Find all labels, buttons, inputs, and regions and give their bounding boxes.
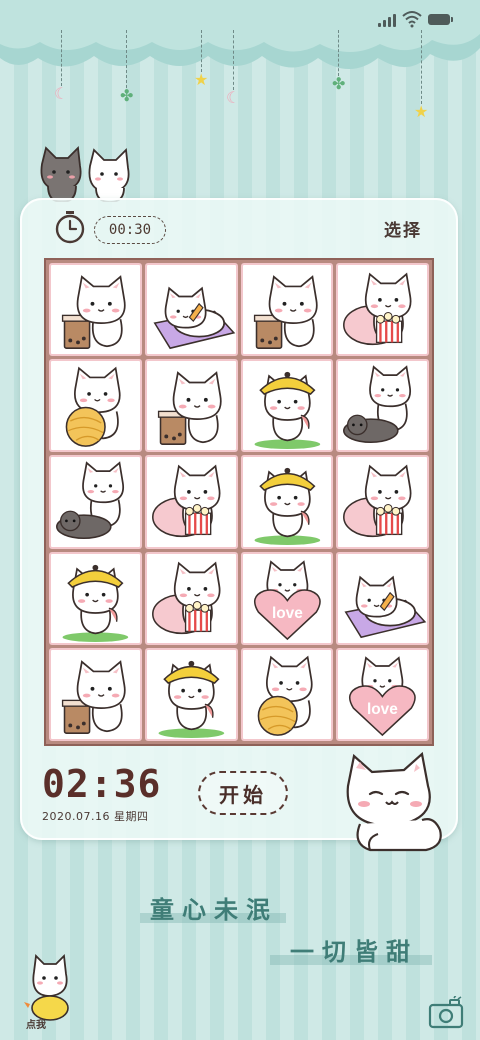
tile-cat-gray-friend[interactable] <box>49 455 142 549</box>
tile-cat-popcorn[interactable] <box>144 551 238 645</box>
cat-gray-friend-icon <box>56 461 125 540</box>
leaf-icon: ✤ <box>120 30 133 104</box>
tile-board: love love <box>44 258 434 746</box>
cat-yellow-hat-icon <box>254 372 320 450</box>
slogan-line1: 童心未泯 <box>140 890 286 925</box>
cat-milk-tea-icon <box>61 275 126 349</box>
tile-cat-milk-tea[interactable] <box>240 263 334 357</box>
tile-cat-yellow-hat[interactable] <box>144 647 238 741</box>
star-icon: ★ <box>414 30 428 120</box>
cat-love-heart-icon: love <box>253 559 321 640</box>
tile-cat-popcorn[interactable] <box>336 263 429 357</box>
wifi-icon <box>402 11 422 28</box>
cat-lying-pillow-icon <box>153 286 236 350</box>
tile-cat-milk-tea[interactable] <box>49 647 142 741</box>
tile-cat-love-heart[interactable]: love <box>240 551 334 645</box>
lounging-cat <box>346 751 442 852</box>
cat-popcorn-icon <box>343 464 412 538</box>
clock-date: 2020.07.16 星期四 <box>42 810 149 823</box>
tile-cat-lying-pillow[interactable] <box>336 551 429 645</box>
peeking-cats <box>40 146 130 202</box>
tile-cat-lying-pillow[interactable] <box>144 263 238 357</box>
battery-icon <box>428 14 453 25</box>
tile-cat-milk-tea[interactable] <box>49 263 142 357</box>
cat-popcorn-icon <box>151 561 221 634</box>
start-button[interactable]: 开始 <box>198 771 288 815</box>
cat-yellow-hat-icon <box>62 564 129 642</box>
svg-text:love: love <box>271 604 302 621</box>
cat-popcorn-icon <box>151 464 221 538</box>
clock-time: 02:36 <box>42 762 162 806</box>
cat-yarn-ball-icon <box>65 366 121 448</box>
tile-cat-yarn-ball[interactable] <box>240 647 334 741</box>
tile-cat-gray-friend[interactable] <box>336 359 429 453</box>
tile-cat-love-heart[interactable]: love <box>336 647 429 741</box>
cat-yarn-ball-icon <box>257 655 313 736</box>
cat-love-heart-icon: love <box>349 656 417 736</box>
svg-text:love: love <box>367 701 398 718</box>
tile-cat-yellow-hat[interactable] <box>240 455 334 549</box>
signal-icon <box>378 13 398 27</box>
tap-me-label: 点我 <box>26 1020 46 1031</box>
moon-icon: ☾ <box>54 30 68 102</box>
tile-cat-popcorn[interactable] <box>144 455 238 549</box>
cat-yellow-hat-icon <box>254 468 320 546</box>
cat-milk-tea-icon <box>253 275 318 349</box>
cat-milk-tea-icon <box>61 659 126 734</box>
select-button[interactable]: 选择 <box>384 216 422 241</box>
tile-cat-yellow-hat[interactable] <box>240 359 334 453</box>
cat-milk-tea-icon <box>157 371 222 446</box>
camera-icon[interactable] <box>428 996 464 1030</box>
moon-icon: ☾ <box>226 30 240 106</box>
cat-gray-friend-icon <box>343 365 412 444</box>
tile-cat-popcorn[interactable] <box>336 455 429 549</box>
status-bar <box>0 0 480 40</box>
cat-popcorn-icon <box>343 272 412 346</box>
slogan-line2: 一切皆甜 <box>270 932 432 967</box>
tile-cat-milk-tea[interactable] <box>144 359 238 453</box>
tile-cat-yellow-hat[interactable] <box>49 551 142 645</box>
game-card: 00:30 选择 love love 02:36 2020.07.16 星期四 … <box>20 198 458 852</box>
cat-lying-pillow-icon <box>344 575 427 638</box>
countdown-timer: 00:30 <box>94 216 166 244</box>
cat-yellow-hat-icon <box>158 660 224 738</box>
stopwatch-icon <box>55 211 85 244</box>
tile-cat-yarn-ball[interactable] <box>49 359 142 453</box>
